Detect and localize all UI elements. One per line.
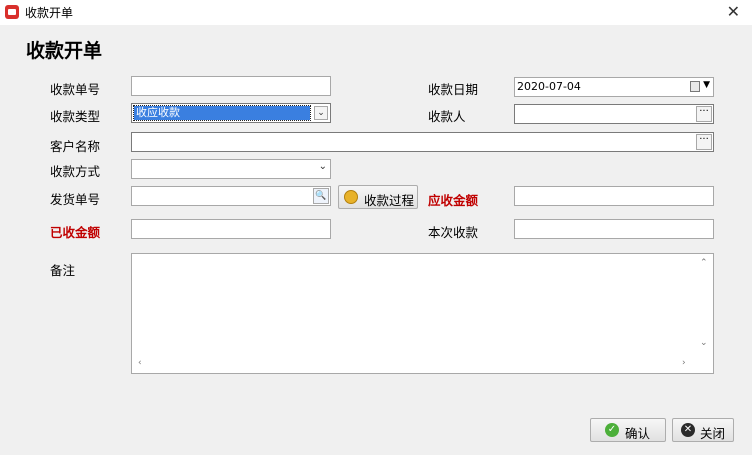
receipt-date-label: 收款日期	[428, 82, 479, 97]
receipt-type-value: 收应收款	[133, 105, 311, 121]
method-select[interactable]: ⌄	[131, 159, 331, 179]
receipt-type-label: 收款类型	[50, 109, 101, 124]
chevron-down-icon[interactable]: ⌄	[314, 106, 328, 120]
calendar-icon[interactable]	[690, 81, 700, 92]
scroll-down-icon[interactable]: ⌄	[700, 338, 708, 348]
receiver-label: 收款人	[428, 109, 466, 124]
scroll-right-icon[interactable]: ›	[682, 358, 686, 368]
close-button[interactable]: ✕ 关闭	[672, 418, 734, 442]
chevron-down-icon[interactable]: ▼	[703, 80, 710, 90]
receipt-no-input[interactable]	[131, 76, 331, 96]
close-icon: ✕	[681, 423, 695, 437]
shipment-no-input[interactable]: 🔍	[131, 186, 331, 206]
process-button[interactable]: 收款过程	[338, 185, 418, 209]
receiver-input[interactable]: ···	[514, 104, 714, 124]
coin-icon	[344, 190, 358, 204]
search-icon[interactable]: 🔍	[313, 188, 329, 204]
window-close-icon[interactable]: ✕	[727, 2, 740, 21]
remark-label: 备注	[50, 263, 76, 278]
current-amount-input[interactable]	[514, 219, 714, 239]
app-icon	[5, 5, 19, 19]
remark-textarea[interactable]: ⌃ ⌄ ‹ ›	[131, 253, 714, 374]
window-title: 收款开单	[25, 6, 74, 20]
customer-input[interactable]: ···	[131, 132, 714, 152]
received-amount-input[interactable]	[131, 219, 331, 239]
check-icon: ✓	[605, 423, 619, 437]
title-bar: 收款开单 ✕	[0, 0, 752, 25]
receivable-amount-label: 应收金额	[428, 193, 479, 208]
current-amount-label: 本次收款	[428, 225, 479, 240]
shipment-no-label: 发货单号	[50, 192, 101, 207]
receipt-no-label: 收款单号	[50, 82, 101, 97]
receipt-type-select[interactable]: 收应收款 ⌄	[131, 103, 331, 123]
receivable-amount-input[interactable]	[514, 186, 714, 206]
receiver-ellipsis-icon[interactable]: ···	[696, 106, 712, 122]
method-label: 收款方式	[50, 164, 101, 179]
received-amount-label: 已收金额	[50, 225, 101, 240]
customer-label: 客户名称	[50, 139, 101, 154]
receipt-date-picker[interactable]: 2020-07-04 ▼	[514, 77, 714, 97]
horizontal-scrollbar[interactable]: ‹ ›	[132, 356, 713, 373]
scroll-up-icon[interactable]: ⌃	[700, 258, 708, 268]
customer-ellipsis-icon[interactable]: ···	[696, 134, 712, 150]
page-title: 收款开单	[26, 40, 103, 62]
scroll-left-icon[interactable]: ‹	[138, 358, 142, 368]
confirm-button[interactable]: ✓ 确认	[590, 418, 666, 442]
chevron-down-icon[interactable]: ⌄	[319, 161, 327, 172]
